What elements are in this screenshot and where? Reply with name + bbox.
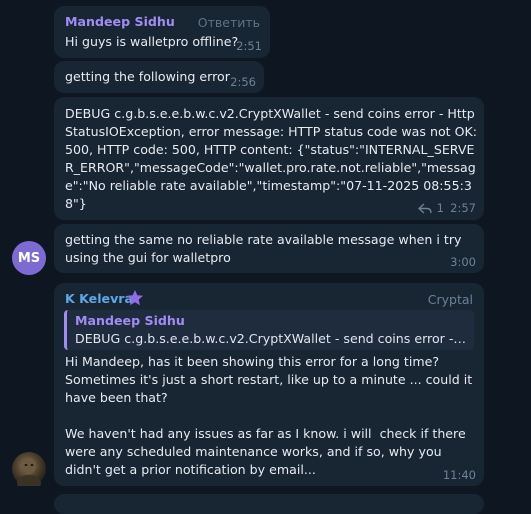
member-badge: Cryptal — [427, 292, 473, 307]
message-bubble-3[interactable]: DEBUG c.g.b.s.e.e.b.w.c.v2.CryptXWallet … — [54, 97, 484, 220]
message-text: Hi Mandeep, has it been showing this err… — [65, 354, 473, 477]
message-bubble-2[interactable]: getting the following error 2:56 — [54, 61, 264, 93]
message-time: 2:57 — [450, 201, 476, 215]
quote-sender: Mandeep Sidhu — [75, 313, 185, 328]
message-text: getting the following error — [65, 69, 230, 84]
message-time: 2:56 — [230, 75, 256, 89]
avatar-portrait-icon — [17, 458, 41, 486]
message-text: DEBUG c.g.b.s.e.e.b.w.c.v2.CryptXWallet … — [65, 106, 482, 211]
avatar[interactable]: MS — [12, 241, 46, 275]
message-text: Hi guys is walletpro offline? — [65, 34, 239, 49]
message-text: getting the same no reliable rate availa… — [65, 232, 466, 265]
reply-count[interactable]: 1 — [437, 201, 444, 215]
sender-name[interactable]: Mandeep Sidhu — [65, 14, 175, 29]
message-bubble-partial[interactable] — [54, 494, 484, 514]
avatar[interactable] — [12, 452, 46, 486]
message-time: 11:40 — [442, 468, 476, 482]
reply-arrow-icon[interactable] — [417, 200, 432, 214]
message-time: 3:00 — [450, 255, 476, 269]
message-bubble-5[interactable]: K Kelevra Cryptal Mandeep Sidhu DEBUG c.… — [54, 283, 484, 486]
star-badge-icon — [126, 289, 144, 307]
message-time: 2:51 — [236, 39, 262, 53]
avatar-initials: MS — [17, 250, 41, 266]
quote-text: DEBUG c.g.b.s.e.e.b.w.c.v2.CryptXWallet … — [75, 331, 466, 346]
sender-name[interactable]: K Kelevra — [65, 291, 133, 306]
message-bubble-1[interactable]: Mandeep Sidhu Ответить Hi guys is wallet… — [54, 6, 270, 58]
reply-link[interactable]: Ответить — [198, 15, 260, 30]
reply-quote[interactable]: Mandeep Sidhu DEBUG c.g.b.s.e.e.b.w.c.v2… — [64, 310, 474, 350]
message-bubble-4[interactable]: getting the same no reliable rate availa… — [54, 224, 484, 273]
